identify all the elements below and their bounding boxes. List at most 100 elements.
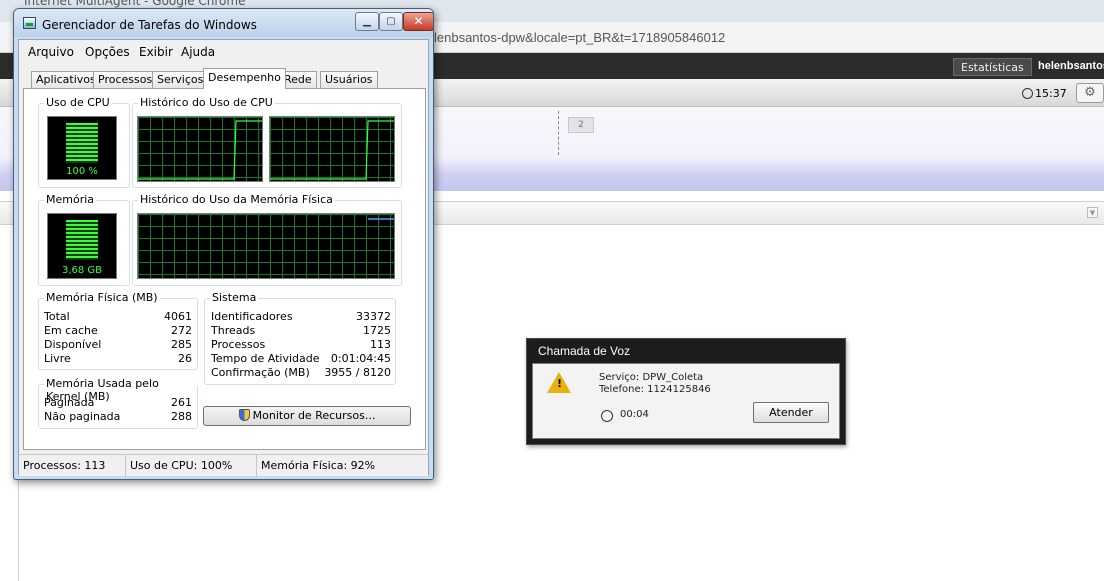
menu-ajuda[interactable]: Ajuda bbox=[181, 45, 215, 59]
system-group: Sistema Identificadores 33372 Threads 17… bbox=[204, 291, 396, 385]
cpu-history-line-core1 bbox=[138, 120, 262, 180]
window-title: Gerenciador de Tarefas do Windows bbox=[42, 18, 257, 32]
list-item: Não paginada 288 bbox=[44, 410, 192, 424]
minimize-button[interactable]: ▁ bbox=[355, 12, 379, 31]
menu-exibir[interactable]: Exibir bbox=[139, 45, 173, 59]
close-button[interactable]: ✕ bbox=[403, 12, 433, 31]
physical-memory-label: Memória Física (MB) bbox=[44, 291, 160, 304]
list-item: Livre 26 bbox=[44, 352, 192, 366]
cpu-usage-group: Uso de CPU 100 % bbox=[38, 96, 130, 188]
system-key: Confirmação (MB) bbox=[211, 366, 310, 379]
kernel-memory-value: 288 bbox=[171, 410, 192, 423]
status-bar: Processos: 113 Uso de CPU: 100% Memória … bbox=[19, 454, 428, 477]
physical-memory-value: 26 bbox=[178, 352, 192, 365]
physical-memory-value: 285 bbox=[171, 338, 192, 351]
clock: 15:37 bbox=[1022, 87, 1067, 100]
cpu-meter-bars bbox=[66, 123, 98, 163]
system-value: 1725 bbox=[363, 324, 391, 337]
stopwatch-icon bbox=[601, 410, 613, 422]
cpu-history-graph-core2 bbox=[269, 116, 395, 182]
gear-icon[interactable]: ⚙ bbox=[1076, 83, 1104, 103]
list-item: Disponível 285 bbox=[44, 338, 192, 352]
task-manager-body: Arquivo Opções Exibir Ajuda Aplicativos … bbox=[18, 39, 429, 477]
system-value: 0:01:04:45 bbox=[330, 352, 391, 365]
tab-servicos[interactable]: Serviços bbox=[152, 71, 209, 88]
system-label: Sistema bbox=[210, 291, 259, 304]
list-item: Confirmação (MB) 3955 / 8120 bbox=[211, 366, 391, 380]
list-item: Tempo de Atividade 0:01:04:45 bbox=[211, 352, 391, 366]
physical-memory-key: Disponível bbox=[44, 338, 102, 351]
resource-monitor-label: Monitor de Recursos... bbox=[252, 409, 376, 422]
dialog-title: Chamada de Voz bbox=[538, 344, 631, 358]
cpu-meter: 100 % bbox=[47, 116, 117, 180]
system-value: 3955 / 8120 bbox=[324, 366, 391, 379]
memory-group: Memória 3,68 GB bbox=[38, 193, 130, 286]
task-manager-titlebar[interactable]: Gerenciador de Tarefas do Windows ▁ ▢ ✕ bbox=[14, 9, 433, 37]
cpu-history-graph-core1 bbox=[137, 116, 263, 182]
kernel-memory-value: 261 bbox=[171, 396, 192, 409]
memory-label: Memória bbox=[44, 193, 97, 206]
tab-usuarios[interactable]: Usuários bbox=[320, 71, 378, 88]
cpu-usage-label: Uso de CPU bbox=[44, 96, 112, 109]
status-memory: Memória Física: 92% bbox=[261, 459, 376, 472]
system-key: Tempo de Atividade bbox=[211, 352, 320, 365]
tab-processos[interactable]: Processos bbox=[93, 71, 158, 88]
menu-opcoes[interactable]: Opções bbox=[85, 45, 130, 59]
system-key: Processos bbox=[211, 338, 266, 351]
task-manager-window: Gerenciador de Tarefas do Windows ▁ ▢ ✕ … bbox=[13, 8, 434, 480]
system-key: Identificadores bbox=[211, 310, 293, 323]
stopwatch-icon bbox=[1022, 88, 1033, 99]
username-label[interactable]: helenbsantos bbox=[1038, 60, 1104, 72]
system-value: 33372 bbox=[356, 310, 391, 323]
tab-aplicativos[interactable]: Aplicativos bbox=[31, 71, 101, 88]
list-item: Paginada 261 bbox=[44, 396, 192, 410]
memory-history-label: Histórico do Uso da Memória Física bbox=[138, 193, 335, 206]
url-text[interactable]: lenbsantos-dpw&locale=pt_BR&t=1718905846… bbox=[434, 30, 725, 45]
list-item: Threads 1725 bbox=[211, 324, 391, 338]
cpu-history-line-core2 bbox=[270, 120, 394, 180]
list-item: Processos 113 bbox=[211, 338, 391, 352]
shield-icon bbox=[238, 409, 250, 421]
physical-memory-key: Livre bbox=[44, 352, 71, 365]
memory-history-group: Histórico do Uso da Memória Física bbox=[132, 193, 402, 286]
task-manager-icon bbox=[23, 17, 36, 29]
list-item: Em cache 272 bbox=[44, 324, 192, 338]
clock-time: 15:37 bbox=[1035, 87, 1067, 100]
physical-memory-value: 4061 bbox=[164, 310, 192, 323]
resource-monitor-button[interactable]: Monitor de Recursos... bbox=[203, 406, 411, 426]
physical-memory-key: Total bbox=[44, 310, 70, 323]
cpu-history-group: Histórico do Uso de CPU bbox=[132, 96, 402, 188]
separator bbox=[558, 111, 559, 155]
menu-arquivo[interactable]: Arquivo bbox=[28, 45, 74, 59]
statistics-button[interactable]: Estatísticas bbox=[953, 58, 1032, 76]
kernel-memory-key: Não paginada bbox=[44, 410, 121, 423]
voice-call-dialog: Chamada de Voz ! Serviço: DPW_Coleta Tel… bbox=[526, 338, 846, 445]
system-value: 113 bbox=[370, 338, 391, 351]
system-key: Threads bbox=[211, 324, 256, 337]
memory-history-graph bbox=[137, 213, 395, 279]
list-item: Identificadores 33372 bbox=[211, 310, 391, 324]
warning-mark: ! bbox=[557, 377, 563, 390]
memory-meter-bars bbox=[66, 220, 98, 260]
tab-desempenho[interactable]: Desempenho bbox=[203, 68, 286, 89]
service-label: Serviço: DPW_Coleta bbox=[599, 372, 704, 383]
dialog-body: ! Serviço: DPW_Coleta Telefone: 11241258… bbox=[532, 363, 840, 439]
call-timer: 00:04 bbox=[620, 409, 649, 420]
memory-meter: 3,68 GB bbox=[47, 213, 117, 279]
tab-strip: Aplicativos Processos Serviços Desempenh… bbox=[19, 64, 428, 89]
memory-history-line bbox=[368, 218, 394, 220]
answer-button[interactable]: Atender bbox=[753, 402, 829, 423]
memory-value: 3,68 GB bbox=[61, 265, 103, 276]
maximize-button[interactable]: ▢ bbox=[379, 12, 403, 31]
browser-title: Internet MultiAgent - Google Chrome bbox=[24, 0, 246, 8]
list-item: Total 4061 bbox=[44, 310, 192, 324]
page-number-badge[interactable]: 2 bbox=[568, 117, 594, 133]
cpu-history-label: Histórico do Uso de CPU bbox=[138, 96, 275, 109]
physical-memory-value: 272 bbox=[171, 324, 192, 337]
status-cpu: Uso de CPU: 100% bbox=[126, 455, 257, 477]
physical-memory-key: Em cache bbox=[44, 324, 98, 337]
physical-memory-group: Memória Física (MB) Total 4061 Em cache … bbox=[38, 291, 198, 370]
chevron-down-icon[interactable]: ▼ bbox=[1087, 207, 1098, 218]
menu-bar: Arquivo Opções Exibir Ajuda bbox=[19, 40, 428, 62]
phone-label: Telefone: 1124125846 bbox=[599, 384, 711, 395]
